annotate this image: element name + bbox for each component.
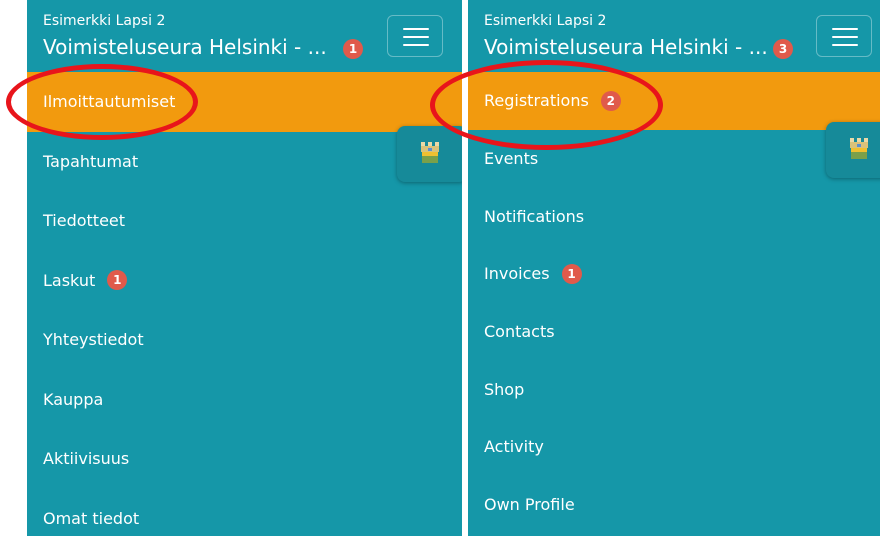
- notification-badge: 2: [600, 90, 621, 111]
- menu-item-shop[interactable]: Shop: [468, 360, 880, 418]
- floating-club-button[interactable]: [397, 126, 462, 182]
- menu-item-label: Omat tiedot: [43, 508, 140, 528]
- menu-item-label: Registrations: [484, 91, 589, 111]
- header: Esimerkki Lapsi 2 Voimisteluseura Helsin…: [468, 0, 880, 72]
- menu-item-contacts[interactable]: Contacts: [468, 303, 880, 361]
- menu-item-label: Own Profile: [484, 495, 575, 515]
- castle-icon: [850, 138, 868, 159]
- menu-item-events[interactable]: Events: [468, 130, 880, 188]
- nav-menu: Registrations 2 Events Notifications Inv…: [468, 72, 880, 534]
- menu-item-label: Tiedotteet: [43, 211, 126, 231]
- menu-item-laskut[interactable]: Laskut 1: [27, 251, 462, 311]
- menu-item-notifications[interactable]: Notifications: [468, 187, 880, 245]
- user-name: Esimerkki Lapsi 2: [484, 13, 607, 29]
- menu-item-label: Laskut: [43, 270, 96, 290]
- menu-item-label: Aktiivisuus: [43, 449, 130, 469]
- club-title[interactable]: Voimisteluseura Helsinki - ...: [43, 35, 327, 59]
- hamburger-icon: [832, 28, 858, 30]
- castle-icon: [421, 142, 439, 163]
- notification-badge: 1: [107, 270, 128, 291]
- menu-item-registrations[interactable]: Registrations 2: [468, 72, 880, 130]
- menu-item-label: Contacts: [484, 322, 555, 342]
- floating-club-button[interactable]: [826, 122, 880, 178]
- menu-toggle-button[interactable]: [387, 15, 443, 57]
- menu-item-label: Activity: [484, 437, 544, 457]
- header: Esimerkki Lapsi 2 Voimisteluseura Helsin…: [27, 0, 462, 72]
- menu-item-label: Yhteystiedot: [43, 330, 144, 350]
- menu-item-label: Kauppa: [43, 389, 104, 409]
- menu-item-aktiivisuus[interactable]: Aktiivisuus: [27, 429, 462, 489]
- menu-item-tiedotteet[interactable]: Tiedotteet: [27, 191, 462, 251]
- menu-item-activity[interactable]: Activity: [468, 418, 880, 476]
- menu-item-label: Invoices: [484, 264, 550, 284]
- title-notification-badge: 3: [773, 39, 793, 59]
- menu-item-label: Ilmoittautumiset: [43, 92, 176, 112]
- menu-item-yhteystiedot[interactable]: Yhteystiedot: [27, 310, 462, 370]
- menu-item-invoices[interactable]: Invoices 1: [468, 245, 880, 303]
- menu-item-label: Shop: [484, 379, 525, 399]
- club-title[interactable]: Voimisteluseura Helsinki - ...: [484, 35, 768, 59]
- menu-item-label: Events: [484, 149, 539, 169]
- menu-item-own-profile[interactable]: Own Profile: [468, 476, 880, 534]
- title-notification-badge: 1: [343, 39, 363, 59]
- hamburger-icon: [403, 28, 429, 30]
- menu-item-kauppa[interactable]: Kauppa: [27, 370, 462, 430]
- menu-item-label: Tapahtumat: [43, 151, 139, 171]
- menu-item-omat-tiedot[interactable]: Omat tiedot: [27, 489, 462, 536]
- right-panel: Esimerkki Lapsi 2 Voimisteluseura Helsin…: [468, 0, 880, 536]
- user-name: Esimerkki Lapsi 2: [43, 13, 166, 29]
- menu-toggle-button[interactable]: [816, 15, 872, 57]
- notification-badge: 1: [561, 263, 582, 284]
- menu-item-ilmoittautumiset[interactable]: Ilmoittautumiset: [27, 72, 462, 132]
- menu-item-label: Notifications: [484, 206, 585, 226]
- left-panel: Esimerkki Lapsi 2 Voimisteluseura Helsin…: [27, 0, 462, 536]
